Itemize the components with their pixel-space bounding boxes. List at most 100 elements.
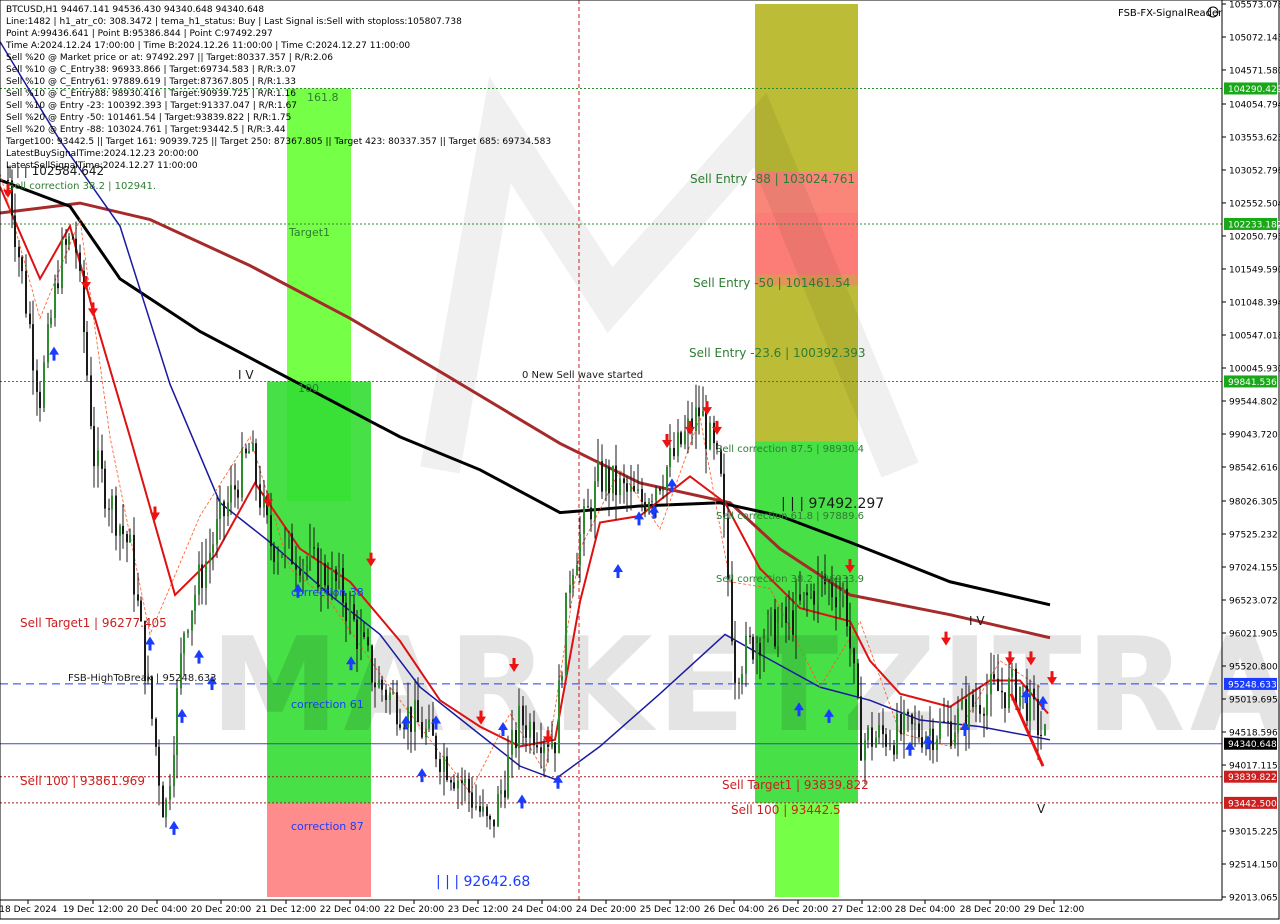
candle-body [594,481,596,520]
y-tick-label: 94017.115 [1229,762,1278,772]
candle-body [396,692,398,725]
candle-body [677,432,679,457]
buy-zone-red-lower [267,802,371,897]
candle-body [428,719,430,729]
candle-body [882,725,884,735]
candle-body [853,648,855,664]
candle-body [540,747,542,754]
candle-body [939,721,941,740]
candle-body [457,780,459,789]
annotation-label: 161.8 [307,91,339,104]
candle-body [176,688,178,755]
candle-body [803,592,805,601]
header-line: Point A:99436.641 | Point B:95386.844 | … [6,29,273,39]
candle-body [702,410,704,417]
candle-body [410,706,412,732]
header-line: Sell %20 @ Entry -50: 101461.54 | Target… [6,113,291,123]
candle-body [630,485,632,492]
price-tag-label: 93839.822 [1228,773,1277,783]
candle-body [223,501,225,517]
candle-body [680,432,682,445]
y-tick-label: 93015.225 [1229,828,1278,838]
annotation-label: Sell 100 | 93442.5 [731,803,841,817]
candle-body [68,236,70,245]
candle-body [569,584,571,593]
candle-body [493,819,495,827]
candle-body [219,501,221,519]
candle-body [810,590,812,596]
header-line: Sell %20 @ Entry -88: 103024.761 | Targe… [6,125,286,135]
candle-body [648,502,650,511]
candle-body [518,705,520,749]
annotation-label: Sell Entry -50 | 101461.54 [693,276,850,290]
candle-body [119,525,121,536]
y-tick-label: 102552.504 [1229,199,1280,209]
candle-body [633,485,635,492]
y-tick-label: 98026.305 [1229,497,1278,507]
candle-body [525,725,527,738]
candle-body [644,501,646,511]
candle-body [795,594,797,635]
candle-body [295,563,297,570]
candle-body [857,663,859,697]
candle-body [504,790,506,798]
candle-body [914,723,916,725]
price-tag-label: 102233.182 [1228,220,1280,230]
candle-body [79,252,81,271]
candle-body [626,483,628,492]
price-chart[interactable]: MARKETZITRADE Sell Entry -88 | 103024.76… [0,0,1280,920]
candle-body [860,696,862,761]
candle-body [533,721,535,746]
candle-body [270,515,272,547]
candle-body [169,786,171,800]
candle-body [230,485,232,503]
candle-body [1011,668,1013,678]
candle-body [993,673,995,679]
candle-body [705,410,707,449]
candle-body [835,597,837,608]
candle-body [507,754,509,798]
candle-body [641,489,643,502]
header-line: Sell %20 @ Market price or at: 97492.297… [6,53,333,63]
candle-body [479,806,481,812]
annotation-label: Sell Target1 | 93839.822 [722,778,869,792]
candle-body [155,718,157,747]
annotation-label: 0 New Sell wave started [522,370,643,381]
candle-body [522,705,524,726]
candle-body [756,643,758,660]
candle-body [972,694,974,707]
y-tick-label: 104571.580 [1229,66,1280,76]
header-line: Sell %10 @ C_Entry38: 96933.866 | Target… [6,65,296,75]
candle-body [889,745,891,747]
candle-body [162,785,164,818]
candle-body [414,700,416,732]
candle-body [662,489,664,491]
candle-body [122,525,124,535]
candle-body [335,569,337,582]
candle-body [752,636,754,660]
candle-body [669,447,671,467]
candle-body [583,506,585,534]
candle-body [25,271,27,314]
y-tick-label: 96021.905 [1229,629,1278,639]
candle-body [299,569,301,576]
candle-body [529,721,531,738]
header-line: Sell %10 @ C_Entry61: 97889.619 | Target… [6,77,296,87]
annotation-label: | | | 97492.297 [781,496,884,512]
candle-body [183,633,185,654]
y-tick-label: 102050.793 [1229,232,1280,242]
candle-body [759,643,761,656]
header-line: Line:1482 | h1_atr_c0: 308.3472 | tema_h… [6,17,462,27]
candle-body [1037,699,1039,735]
candle-body [21,257,23,272]
candle-body [482,806,484,812]
candle-body [187,630,189,634]
candle-body [237,489,239,498]
candle-body [216,518,218,545]
candle-body [990,673,992,695]
candle-body [579,533,581,566]
chart-root: MARKETZITRADE Sell Entry -88 | 103024.76… [0,0,1280,920]
candle-body [745,635,747,674]
annotation-label: Sell Entry -88 | 103024.761 [690,172,855,186]
annotation-label: Sell correction 87.5 | 98930.4 [716,444,864,455]
